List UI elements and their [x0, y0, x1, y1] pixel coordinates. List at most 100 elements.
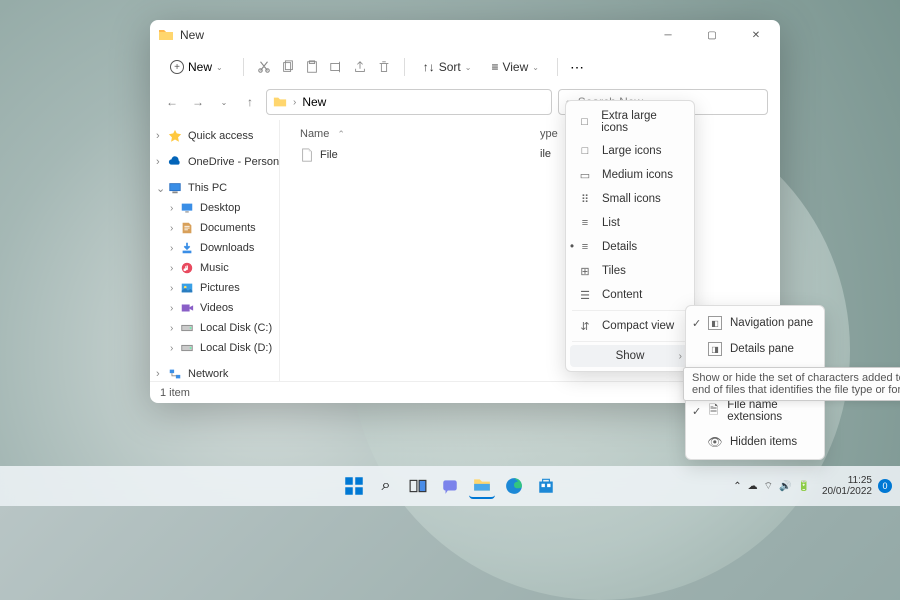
music-icon [180, 261, 194, 275]
sidebar-label: Videos [200, 302, 233, 314]
paste-icon[interactable] [304, 59, 320, 75]
explorer-window: New ─ ▢ ✕ + New ⌄ ↑↓ Sort ⌄ ≡ View ⌄ [150, 20, 780, 403]
address-bar[interactable]: › New [266, 89, 552, 115]
sidebar-item-pictures[interactable]: Pictures [150, 278, 279, 298]
view-option-medium-icons[interactable]: ▭Medium icons [566, 163, 694, 187]
view-option-label: Small icons [602, 193, 661, 205]
view-option-icon: ≡ [578, 216, 592, 230]
forward-button[interactable]: → [188, 92, 208, 112]
sidebar-label: Pictures [200, 282, 240, 294]
task-view-icon[interactable] [405, 473, 431, 499]
view-option-extra-large-icons[interactable]: □Extra large icons [566, 105, 694, 139]
cut-icon[interactable] [256, 59, 272, 75]
search-taskbar-icon[interactable]: ⌕ [373, 473, 399, 499]
chat-icon[interactable] [437, 473, 463, 499]
battery-icon[interactable]: 🔋 [797, 481, 809, 492]
tray-overflow-icon[interactable]: ⌃ [733, 481, 741, 492]
onedrive-tray-icon[interactable]: ☁ [748, 481, 758, 492]
documents-icon [180, 221, 194, 235]
tooltip: Show or hide the set of characters added… [683, 367, 900, 401]
close-button[interactable]: ✕ [740, 24, 772, 46]
more-button[interactable]: ⋯ [570, 59, 585, 76]
copy-icon[interactable] [280, 59, 296, 75]
view-option-icon: ⠿ [578, 192, 592, 206]
date: 20/01/2022 [822, 486, 872, 497]
up-button[interactable]: ↑ [240, 92, 260, 112]
minimize-button[interactable]: ─ [652, 24, 684, 46]
share-icon[interactable] [352, 59, 368, 75]
view-option-label: Extra large icons [601, 110, 682, 134]
address-text: New [302, 95, 326, 109]
show-option-label: Navigation pane [730, 317, 813, 329]
new-label: New [188, 60, 212, 74]
show-option-navigation-pane[interactable]: ◧Navigation pane [686, 310, 824, 336]
view-option-small-icons[interactable]: ⠿ Small icons [566, 187, 694, 211]
plus-icon: + [170, 60, 184, 74]
sidebar-item-desktop[interactable]: Desktop [150, 198, 279, 218]
explorer-taskbar-icon[interactable] [469, 473, 495, 499]
sidebar-item-this-pc[interactable]: This PC [150, 178, 279, 198]
sidebar-item-network[interactable]: Network [150, 364, 279, 381]
sidebar-label: Downloads [200, 242, 254, 254]
chevron-down-icon: ⌄ [465, 63, 472, 72]
chevron-right-icon: › [293, 97, 296, 108]
show-submenu-trigger[interactable]: Show› [570, 345, 690, 367]
show-option-hidden-items[interactable]: 👁Hidden items [686, 429, 824, 455]
view-option-list[interactable]: ≡List [566, 211, 694, 235]
sidebar-item-music[interactable]: Music [150, 258, 279, 278]
sort-label: Sort [439, 60, 461, 74]
view-option-content[interactable]: ☰Content [566, 283, 694, 307]
view-option-icon: ⊞ [578, 264, 592, 278]
sidebar-label: Local Disk (D:) [200, 342, 272, 354]
new-button[interactable]: + New ⌄ [162, 56, 231, 78]
sidebar-item-quick-access[interactable]: Quick access [150, 126, 279, 146]
maximize-button[interactable]: ▢ [696, 24, 728, 46]
view-label: View [502, 60, 528, 74]
sort-asc-icon: ⌃ [337, 129, 345, 140]
sort-button[interactable]: ↑↓ Sort ⌄ [417, 56, 478, 78]
view-option-tiles[interactable]: ⊞Tiles [566, 259, 694, 283]
recent-button[interactable]: ⌄ [214, 92, 234, 112]
sidebar-label: Desktop [200, 202, 240, 214]
store-icon[interactable] [533, 473, 559, 499]
clock[interactable]: 11:25 20/01/2022 [822, 475, 872, 497]
view-option-label: Details [602, 241, 637, 253]
sidebar-label: OneDrive - Personal [188, 156, 280, 168]
view-option-label: Content [602, 289, 642, 301]
ext-icon: 🗎 [708, 404, 719, 418]
compact-view-toggle[interactable]: ⇵Compact view [566, 314, 694, 338]
delete-icon[interactable] [376, 59, 392, 75]
show-option-details-pane[interactable]: ◨Details pane [686, 336, 824, 362]
sidebar-item-downloads[interactable]: Downloads [150, 238, 279, 258]
view-button[interactable]: ≡ View ⌄ [485, 56, 545, 78]
system-tray: ⌃ ☁ ⌔ 🔊 🔋 11:25 20/01/2022 0 [733, 475, 892, 497]
sidebar-item-documents[interactable]: Documents [150, 218, 279, 238]
column-header[interactable]: Name⌃ ype Size [300, 124, 780, 144]
view-option-details[interactable]: ≡ Details [566, 235, 694, 259]
star-icon [168, 129, 182, 143]
sidebar-label: Documents [200, 222, 256, 234]
folder-icon [273, 95, 287, 109]
wifi-icon[interactable]: ⌔ [764, 480, 773, 493]
col-name[interactable]: Name [300, 128, 329, 140]
back-button[interactable]: ← [162, 92, 182, 112]
compact-icon: ⇵ [578, 319, 592, 333]
volume-icon[interactable]: 🔊 [779, 481, 791, 492]
file-row[interactable]: Fileile178 KB [300, 144, 780, 166]
view-option-large-icons[interactable]: □Large icons [566, 139, 694, 163]
view-icon: ≡ [491, 60, 498, 74]
sidebar-item-onedrive-personal[interactable]: OneDrive - Personal [150, 152, 279, 172]
sidebar-item-videos[interactable]: Videos [150, 298, 279, 318]
pc-icon [168, 181, 182, 195]
start-button[interactable] [341, 473, 367, 499]
title-bar: New ─ ▢ ✕ [150, 20, 780, 50]
sidebar-label: Quick access [188, 130, 253, 142]
view-option-icon: ≡ [578, 240, 592, 254]
notifications-icon[interactable]: 0 [878, 479, 892, 493]
rename-icon[interactable] [328, 59, 344, 75]
view-menu: □Extra large icons□Large icons▭Medium ic… [565, 100, 695, 372]
sidebar-item-local-disk-c-[interactable]: Local Disk (C:) [150, 318, 279, 338]
folder-icon [158, 27, 174, 43]
sidebar-item-local-disk-d-[interactable]: Local Disk (D:) [150, 338, 279, 358]
edge-icon[interactable] [501, 473, 527, 499]
